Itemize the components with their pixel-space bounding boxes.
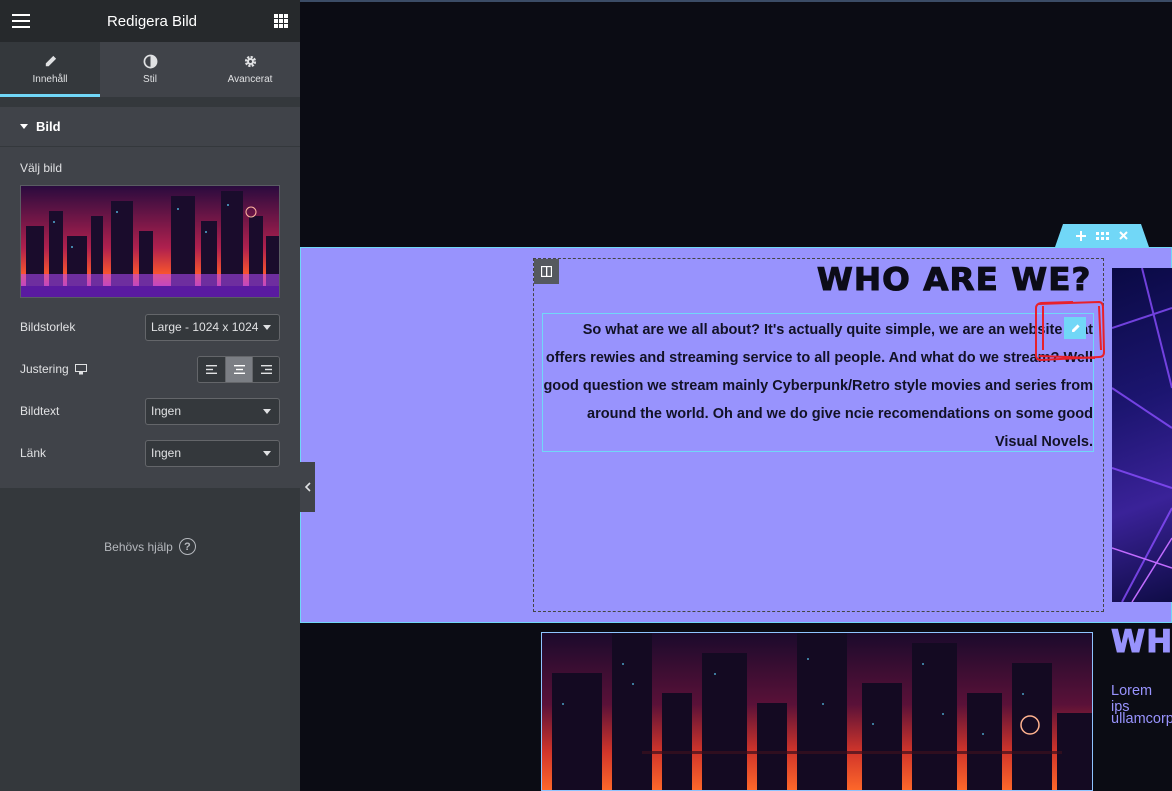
chevron-down-icon	[263, 408, 271, 414]
cyberpunk-city-image[interactable]	[541, 632, 1093, 791]
align-right-icon	[260, 364, 272, 374]
column-icon	[541, 266, 552, 277]
close-icon[interactable]	[1119, 231, 1128, 240]
menu-icon[interactable]	[12, 14, 30, 28]
tab-advanced[interactable]: Avancerat	[200, 42, 300, 97]
desktop-icon[interactable]	[74, 363, 87, 375]
panel-header: Redigera Bild	[0, 0, 300, 42]
alignment-label-wrap: Justering	[20, 362, 87, 376]
half-circle-icon	[143, 54, 157, 69]
link-control: Länk Ingen	[0, 432, 300, 474]
gear-icon	[244, 55, 256, 68]
align-left-icon	[206, 364, 217, 374]
panel-tabs: Innehåll Stil Avancerat	[0, 42, 300, 97]
tab-style[interactable]: Stil	[100, 42, 200, 97]
image-section: Bild Välj bild Bildstorlek Large - 1024 …	[0, 107, 300, 488]
widgets-grid-icon[interactable]	[274, 14, 288, 28]
drag-handle-icon[interactable]	[1096, 231, 1109, 240]
caption-label: Bildtext	[20, 404, 60, 418]
city-skyline-art	[542, 633, 1092, 790]
align-center-icon	[233, 364, 245, 374]
link-select[interactable]: Ingen	[145, 439, 280, 467]
alignment-control: Justering	[0, 348, 300, 390]
align-left-button[interactable]	[198, 356, 225, 382]
caret-down-icon	[20, 124, 28, 129]
image-size-label: Bildstorlek	[20, 320, 76, 334]
section-heading[interactable]: WHO ARE WE?	[816, 262, 1091, 299]
image-picker[interactable]	[20, 185, 280, 298]
caption-control: Bildtext Ingen	[0, 390, 300, 432]
chevron-down-icon	[263, 450, 271, 456]
help-link[interactable]: Behövs hjälp ?	[0, 538, 300, 555]
preview-canvas: WHO ARE WE? So what are we all about? It…	[300, 0, 1172, 791]
choose-image-label: Välj bild	[20, 161, 63, 175]
tab-content-label: Innehåll	[32, 74, 68, 85]
image-size-value: Large - 1024 x 1024	[151, 320, 259, 334]
question-icon: ?	[178, 538, 196, 555]
panel-title: Redigera Bild	[106, 12, 198, 30]
about-body-text[interactable]: So what are we all about? It's actually …	[543, 314, 1093, 456]
chevron-left-icon	[304, 482, 311, 492]
column-handle[interactable]	[534, 259, 559, 284]
collapse-panel-button[interactable]	[300, 462, 315, 512]
image-size-select[interactable]: Large - 1024 x 1024	[145, 313, 280, 341]
help-label: Behövs hjälp	[104, 539, 173, 554]
caption-select[interactable]: Ingen	[145, 397, 280, 425]
tab-content[interactable]: Innehåll	[0, 42, 100, 97]
red-annotation-circle	[1035, 301, 1105, 361]
lorem-text-line-2[interactable]: ullamcorp	[1111, 711, 1172, 727]
section-toggle[interactable]: Bild	[0, 107, 300, 147]
align-right-button[interactable]	[252, 356, 279, 382]
image-size-control: Bildstorlek Large - 1024 x 1024	[0, 306, 300, 348]
cyberpunk-city-thumbnail	[21, 186, 279, 297]
plus-icon[interactable]	[1076, 230, 1086, 241]
why-heading[interactable]: WHY	[1111, 624, 1172, 661]
top-divider	[300, 0, 1172, 2]
neon-tunnel-image[interactable]	[1112, 268, 1172, 602]
pencil-icon	[45, 55, 56, 67]
text-editor-widget[interactable]: So what are we all about? It's actually …	[542, 313, 1094, 452]
align-center-button[interactable]	[225, 356, 252, 382]
section-title: Bild	[36, 119, 61, 134]
alignment-label: Justering	[20, 362, 69, 376]
section-handle	[1055, 224, 1149, 247]
chevron-down-icon	[263, 324, 271, 330]
link-label: Länk	[20, 446, 47, 460]
alignment-buttons	[197, 355, 280, 383]
caption-value: Ingen	[151, 404, 182, 418]
tab-style-label: Stil	[143, 74, 157, 85]
link-value: Ingen	[151, 446, 182, 460]
editor-panel: Redigera Bild Innehåll Stil Avancerat Bi…	[0, 0, 300, 791]
neon-lines-art	[1112, 268, 1172, 602]
content-column[interactable]: WHO ARE WE? So what are we all about? It…	[533, 258, 1104, 612]
tab-advanced-label: Avancerat	[227, 74, 273, 85]
